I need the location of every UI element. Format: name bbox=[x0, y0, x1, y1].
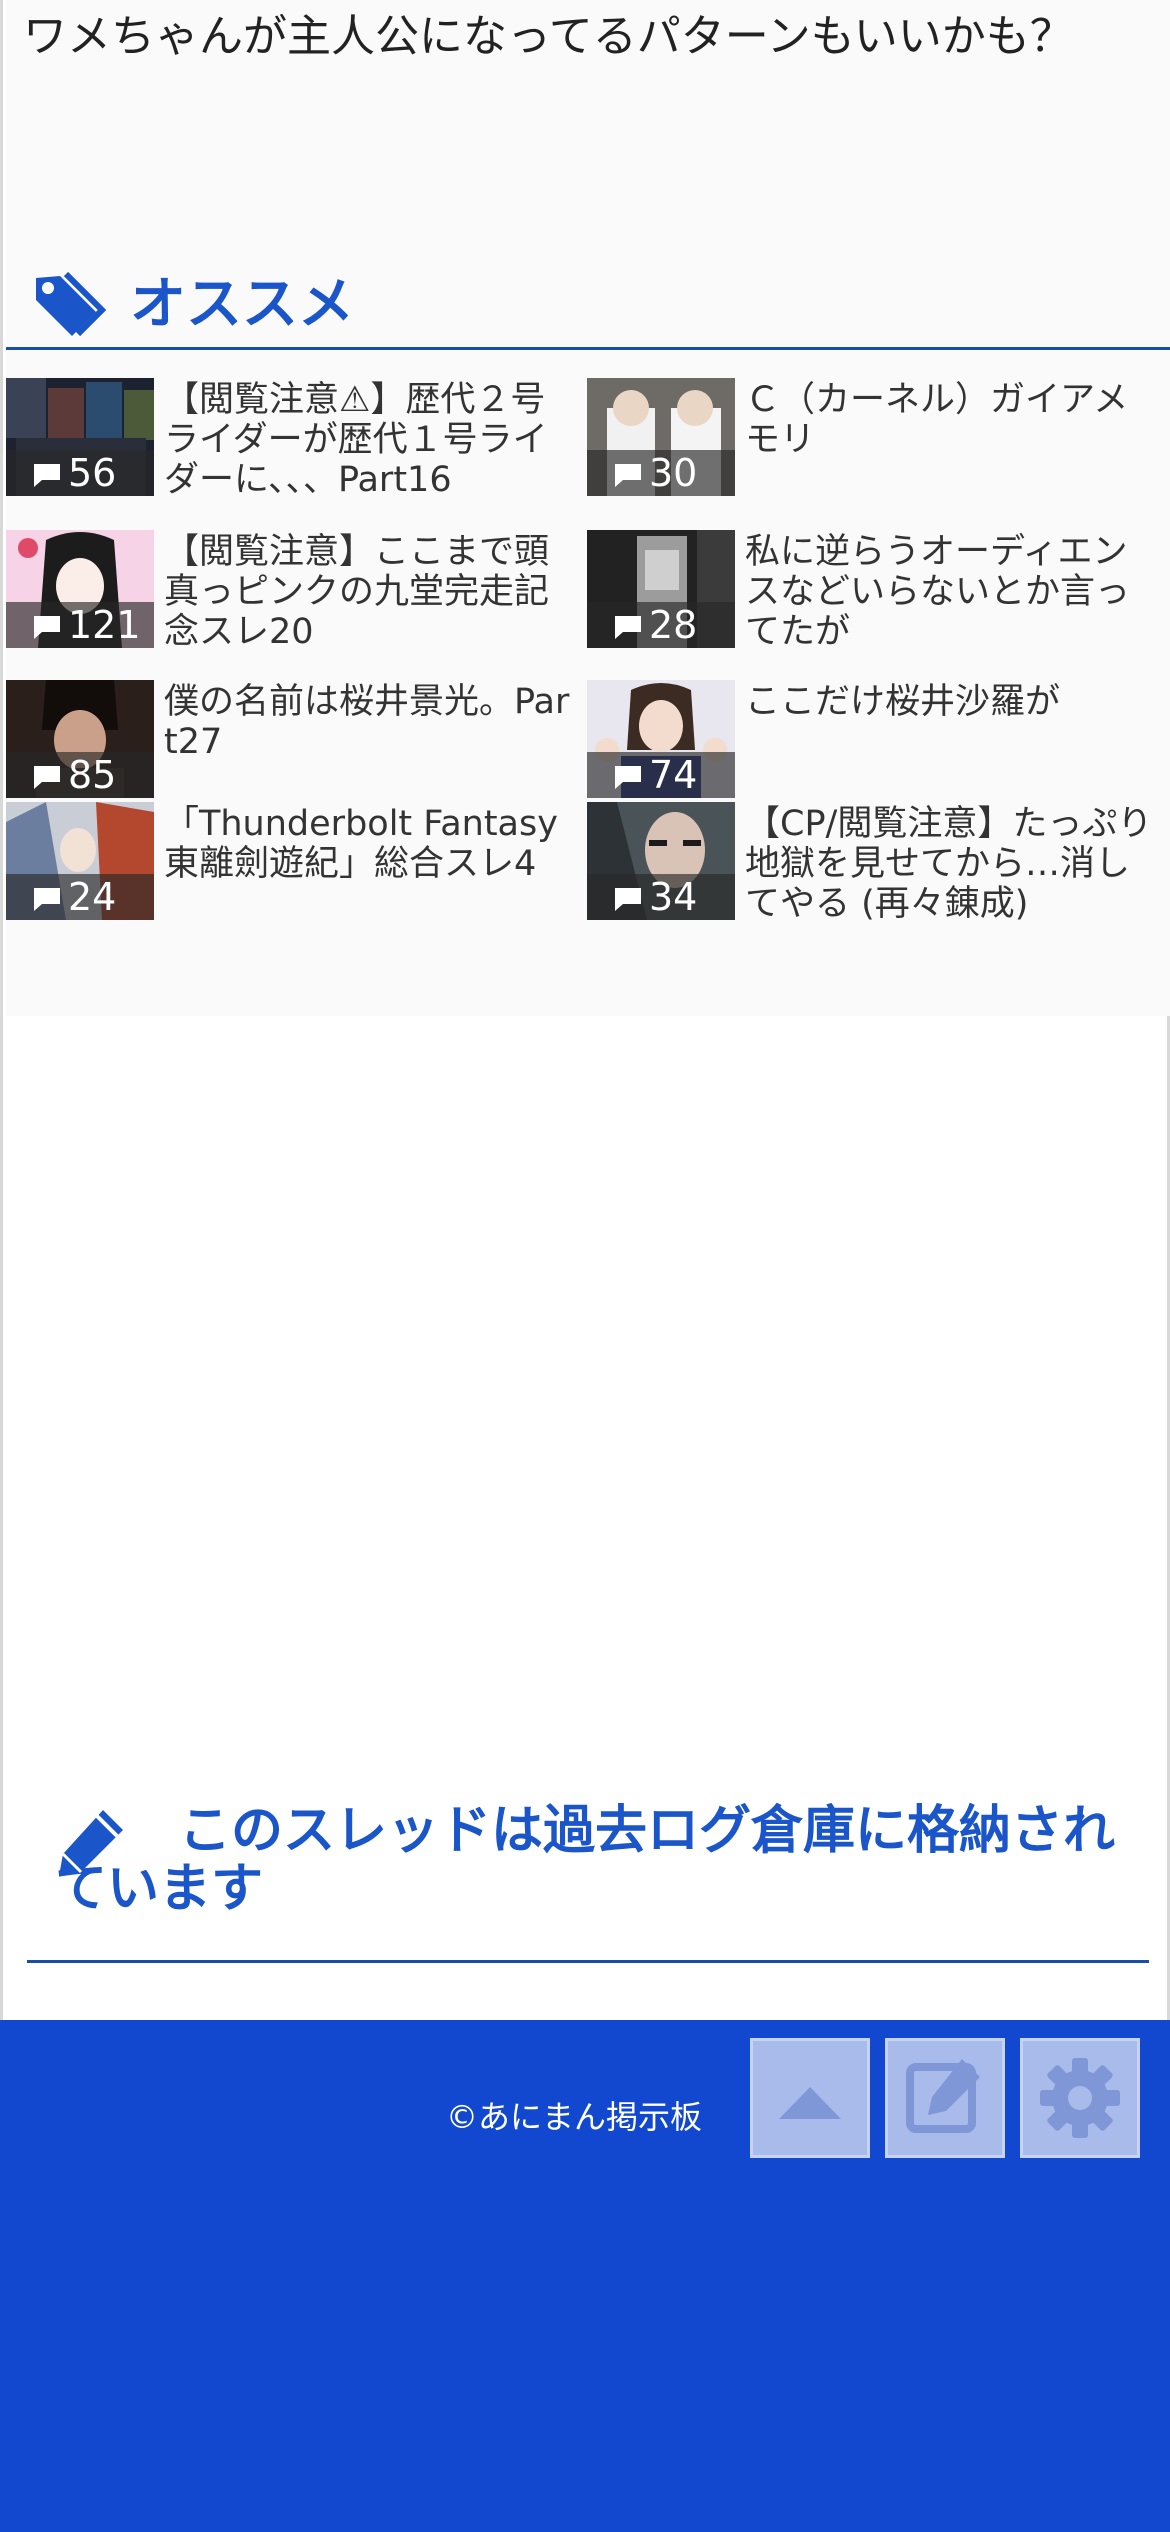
comment-count-bar: 85 bbox=[6, 752, 154, 798]
comment-count: 121 bbox=[68, 603, 141, 647]
comment-bubble-icon bbox=[615, 888, 641, 911]
recommend-card[interactable]: 24 「Thunderbolt Fantasy 東離劍遊紀」総合スレ4 bbox=[6, 802, 576, 950]
comment-count-bar: 34 bbox=[587, 874, 735, 920]
archive-message: このスレッドは過去ログ倉庫に格納されています bbox=[55, 1801, 1116, 1919]
card-title[interactable]: ここだけ桜井沙羅が bbox=[745, 682, 1157, 722]
card-title[interactable]: 【閲覧注意】ここまで頭真っピンクの九堂完走記念スレ20 bbox=[164, 532, 576, 652]
footer: ©あにまん掲示板 bbox=[0, 2020, 1170, 2532]
comment-bubble-icon bbox=[34, 464, 60, 487]
scroll-top-icon bbox=[779, 2087, 841, 2119]
main-content: ワメちゃんが主人公になってるパターンもいいかも？ オススメ 56 【閲覧注意⚠】… bbox=[0, 0, 1170, 2020]
comment-text: ワメちゃんが主人公になってるパターンもいいかも？ bbox=[23, 11, 1074, 62]
thumbnail: 56 bbox=[6, 378, 154, 496]
divider bbox=[27, 1960, 1149, 1963]
comment-count: 56 bbox=[68, 451, 117, 495]
copyright: ©あにまん掲示板 bbox=[446, 2098, 703, 2136]
settings-button[interactable] bbox=[1020, 2038, 1140, 2158]
recommend-card[interactable]: 34 【CP/閲覧注意】たっぷり地獄を見せてから…消してやる (再々錬成) bbox=[587, 802, 1157, 950]
card-title[interactable]: 【CP/閲覧注意】たっぷり地獄を見せてから…消してやる (再々錬成) bbox=[745, 804, 1157, 924]
recommend-header: オススメ bbox=[6, 264, 1170, 350]
comment-bubble-icon bbox=[615, 464, 641, 487]
write-post-button[interactable] bbox=[885, 2038, 1005, 2158]
thumbnail: 85 bbox=[6, 680, 154, 798]
card-title[interactable]: 「Thunderbolt Fantasy 東離劍遊紀」総合スレ4 bbox=[164, 804, 576, 884]
comment-count-bar: 74 bbox=[587, 752, 735, 798]
comment-bubble-icon bbox=[615, 616, 641, 639]
scroll-top-button[interactable] bbox=[750, 2038, 870, 2158]
comment-count: 34 bbox=[649, 875, 698, 919]
recommend-card[interactable]: 56 【閲覧注意⚠】歴代２号ライダーが歴代１号ライダーに、、、Part16 bbox=[6, 378, 576, 526]
comment-count-bar: 56 bbox=[6, 450, 154, 496]
thumbnail: 74 bbox=[587, 680, 735, 798]
comment-count-bar: 30 bbox=[587, 450, 735, 496]
recommend-card[interactable]: 30 Ｃ（カーネル）ガイアメモリ bbox=[587, 378, 1157, 526]
thumbnail: 34 bbox=[587, 802, 735, 920]
comment-count-bar: 28 bbox=[587, 602, 735, 648]
comment-bubble-icon bbox=[34, 766, 60, 789]
comment-count: 74 bbox=[649, 753, 698, 797]
comment-count-bar: 121 bbox=[6, 602, 154, 648]
comment-count: 85 bbox=[68, 753, 117, 797]
pencil-icon bbox=[59, 1810, 123, 1876]
card-title[interactable]: Ｃ（カーネル）ガイアメモリ bbox=[745, 380, 1157, 460]
recommend-card[interactable]: 121 【閲覧注意】ここまで頭真っピンクの九堂完走記念スレ20 bbox=[6, 530, 576, 678]
comment-bubble-icon bbox=[34, 616, 60, 639]
card-title[interactable]: 【閲覧注意⚠】歴代２号ライダーが歴代１号ライダーに、、、Part16 bbox=[164, 380, 576, 500]
thumbnail: 28 bbox=[587, 530, 735, 648]
comment-count: 30 bbox=[649, 451, 698, 495]
thumbnail: 24 bbox=[6, 802, 154, 920]
page: ワメちゃんが主人公になってるパターンもいいかも？ オススメ 56 【閲覧注意⚠】… bbox=[0, 0, 1170, 2532]
card-title[interactable]: 僕の名前は桜井景光。Part27 bbox=[164, 682, 576, 762]
comment-count: 24 bbox=[68, 875, 117, 919]
gear-icon bbox=[1040, 2058, 1120, 2138]
recommend-title: オススメ bbox=[130, 272, 354, 337]
card-title[interactable]: 私に逆らうオーディエンスなどいらないとか言ってたが bbox=[745, 532, 1157, 652]
thumbnail: 30 bbox=[587, 378, 735, 496]
comment-count: 28 bbox=[649, 603, 698, 647]
tag-icon bbox=[36, 271, 107, 337]
recommend-card[interactable]: 28 私に逆らうオーディエンスなどいらないとか言ってたが bbox=[587, 530, 1157, 678]
comment-count-bar: 24 bbox=[6, 874, 154, 920]
comment-bubble-icon bbox=[34, 888, 60, 911]
archive-notice: このスレッドは過去ログ倉庫に格納されています bbox=[31, 1802, 1151, 1918]
thumbnail: 121 bbox=[6, 530, 154, 648]
comment-bubble-icon bbox=[615, 766, 641, 789]
edit-icon bbox=[906, 2059, 980, 2133]
